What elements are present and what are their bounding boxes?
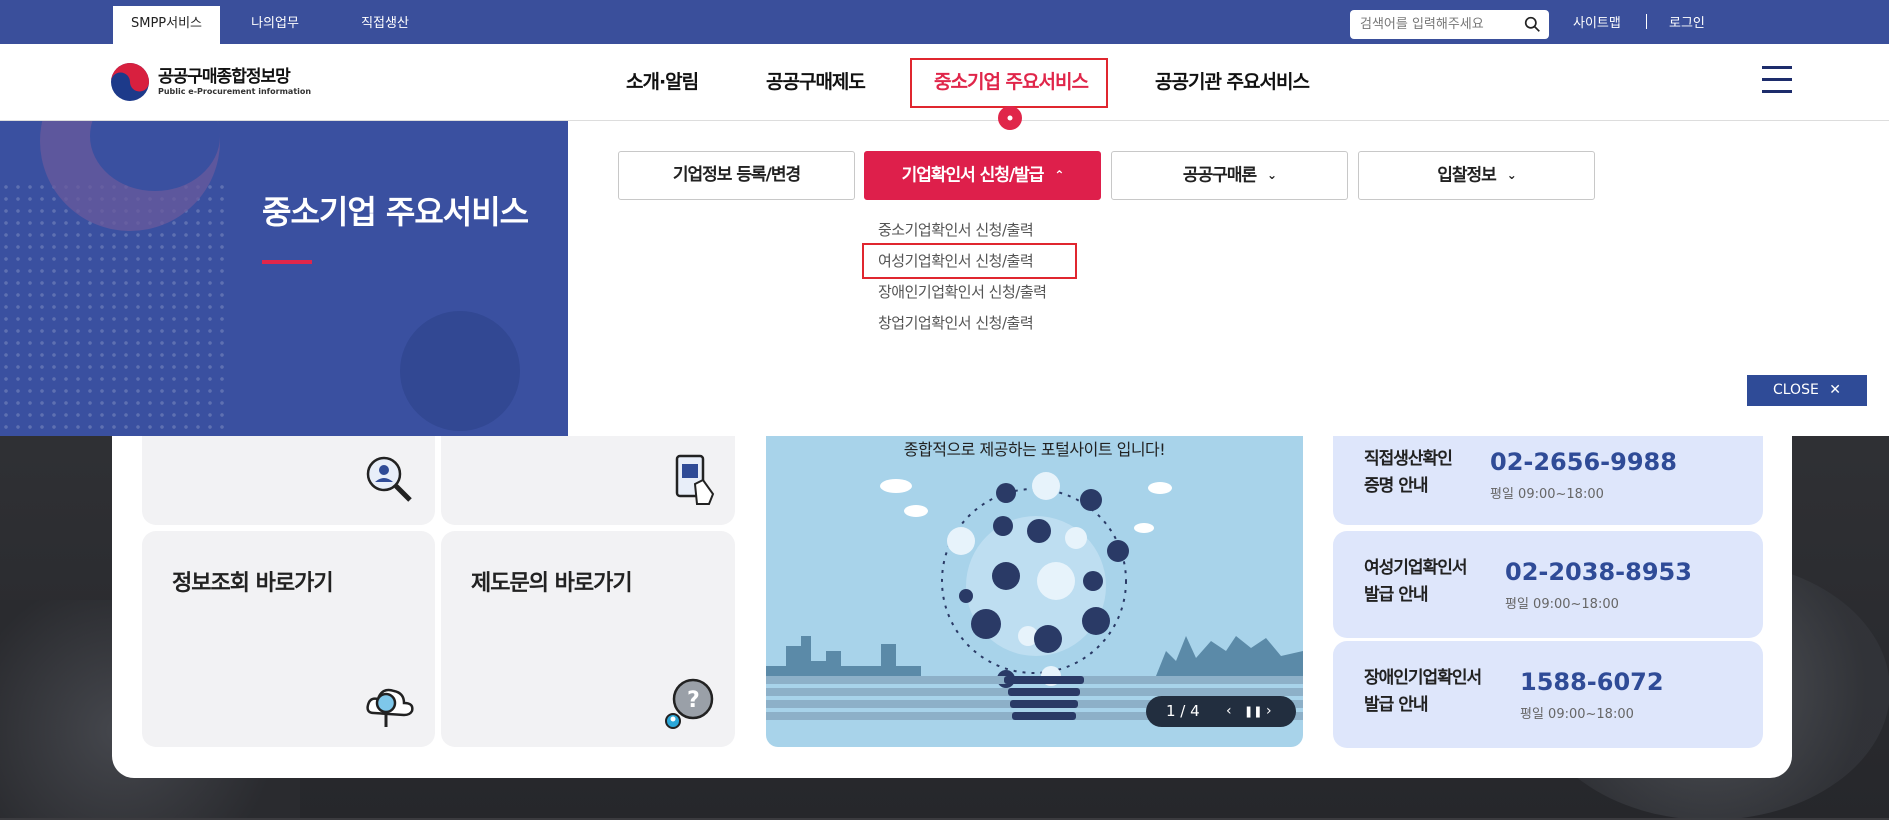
subtab-bid-info[interactable]: 입찰정보 ⌄	[1358, 151, 1595, 200]
title-underline	[262, 260, 312, 264]
mega-menu-dropdown: 중소기업 주요서비스 기업정보 등록/변경 기업확인서 신청/발급 ⌃ 공공구매…	[0, 121, 1889, 436]
contact-phone: 1588-6072	[1520, 668, 1664, 696]
cloud-search-icon	[366, 688, 414, 727]
contact-card-disabled-business: 장애인기업확인서 발급 안내 1588-6072 평일 09:00~18:00	[1333, 641, 1763, 748]
quick-card-policy-inquiry[interactable]: 제도문의 바로가기 ?	[441, 531, 735, 747]
subtab-label: 기업정보 등록/변경	[672, 165, 801, 185]
subtab-label: 입찰정보	[1437, 165, 1497, 186]
subtab-label: 공공구매론	[1182, 165, 1257, 186]
contact-label-line2: 증명 안내	[1364, 476, 1428, 496]
mega-menu-title: 중소기업 주요서비스	[262, 193, 529, 231]
contact-label-line1: 직접생산확인	[1364, 449, 1453, 469]
chevron-down-icon: ⌄	[1267, 168, 1277, 182]
gnb-procurement-system[interactable]: 공공구매제도	[766, 44, 866, 121]
carousel-page-indicator: 1 / 4	[1166, 702, 1200, 720]
quick-card-info-search[interactable]: 정보조회 바로가기	[142, 531, 435, 747]
subtab-label: 기업확인서 신청/발급	[901, 165, 1045, 186]
top-utility-bar: SMPP서비스 나의업무 직접생산 사이트맵 로그인	[0, 0, 1889, 44]
main-header: 공공구매종합정보망 Public e-Procurement informati…	[0, 44, 1889, 121]
contact-hours: 평일 09:00~18:00	[1520, 707, 1634, 722]
subtab-certificate-issue[interactable]: 기업확인서 신청/발급 ⌃	[864, 151, 1101, 200]
logo-title: 공공구매종합정보망	[158, 66, 291, 87]
card-title-policy-inquiry: 제도문의 바로가기	[471, 571, 633, 596]
submenu-startup-certificate[interactable]: 창업기업확인서 신청/출력	[878, 312, 1034, 333]
card-title-info-search: 정보조회 바로가기	[172, 571, 334, 596]
pause-icon[interactable]: ❚❚	[1244, 696, 1262, 727]
submenu-sme-certificate[interactable]: 중소기업확인서 신청/출력	[878, 219, 1034, 240]
taegeuk-logo-icon	[111, 63, 149, 101]
sitemap-link[interactable]: 사이트맵	[1573, 12, 1621, 31]
search-input[interactable]	[1350, 10, 1510, 39]
prev-slide-icon[interactable]: ‹	[1226, 696, 1232, 727]
close-label: CLOSE	[1772, 382, 1819, 398]
chevron-down-icon: ⌄	[1506, 168, 1517, 182]
contact-card-women-business: 여성기업확인서 발급 안내 02-2038-8953 평일 09:00~18:0…	[1333, 531, 1763, 638]
contact-label-line1: 여성기업확인서	[1364, 558, 1467, 578]
gnb-public-agency-services[interactable]: 공공기관 주요서비스	[1155, 44, 1310, 121]
gnb-intro-notice[interactable]: 소개·알림	[626, 44, 699, 121]
tab-my-work[interactable]: 나의업무	[230, 6, 320, 44]
contact-hours: 평일 09:00~18:00	[1490, 487, 1604, 502]
submenu-women-certificate[interactable]: 여성기업확인서 신청/출력	[878, 250, 1034, 271]
close-button[interactable]: CLOSE ✕	[1747, 375, 1867, 406]
next-slide-icon[interactable]: ›	[1266, 696, 1272, 727]
divider	[1646, 14, 1647, 29]
close-icon: ✕	[1829, 382, 1841, 398]
contact-label-line2: 발급 안내	[1364, 695, 1428, 715]
banner-caption: 종합적으로 제공하는 포털사이트 입니다!	[903, 440, 1166, 459]
contact-label-line2: 발급 안내	[1364, 585, 1428, 605]
carousel-controls: 1 / 4 ‹ ❚❚ ›	[1146, 696, 1296, 727]
chevron-up-icon: ⌃	[1054, 168, 1064, 182]
active-menu-indicator-dot	[998, 106, 1022, 130]
tab-smpp-service[interactable]: SMPP서비스	[113, 6, 220, 44]
svg-text:?: ?	[687, 688, 700, 713]
decorative-swirl	[400, 311, 520, 431]
question-bubble-icon: ?	[665, 678, 714, 729]
site-logo[interactable]: 공공구매종합정보망 Public e-Procurement informati…	[110, 62, 311, 102]
contact-phone: 02-2656-9988	[1490, 448, 1677, 476]
magnifier-person-icon	[366, 456, 412, 502]
quick-card-top-right[interactable]	[441, 436, 735, 525]
subtab-company-info[interactable]: 기업정보 등록/변경	[618, 151, 855, 200]
subtab-procurement-loan[interactable]: 공공구매론 ⌄	[1111, 151, 1348, 200]
contact-card-direct-production: 직접생산확인 증명 안내 02-2656-9988 평일 09:00~18:00	[1333, 436, 1763, 525]
tab-direct-production[interactable]: 직접생산	[340, 6, 430, 44]
logo-subtitle: Public e-Procurement information	[158, 86, 312, 96]
contact-phone: 02-2038-8953	[1505, 558, 1692, 586]
mobile-document-icon	[675, 454, 715, 505]
search-icon[interactable]	[1524, 16, 1541, 33]
login-link[interactable]: 로그인	[1669, 12, 1705, 31]
hamburger-menu-icon[interactable]	[1762, 66, 1792, 96]
submenu-disabled-certificate[interactable]: 장애인기업확인서 신청/출력	[878, 281, 1047, 302]
contact-label-line1: 장애인기업확인서	[1364, 668, 1482, 688]
mega-menu-side-banner: 중소기업 주요서비스	[0, 121, 568, 436]
search-box	[1350, 10, 1549, 39]
quick-card-top-left[interactable]	[142, 436, 435, 525]
contact-hours: 평일 09:00~18:00	[1505, 597, 1619, 612]
